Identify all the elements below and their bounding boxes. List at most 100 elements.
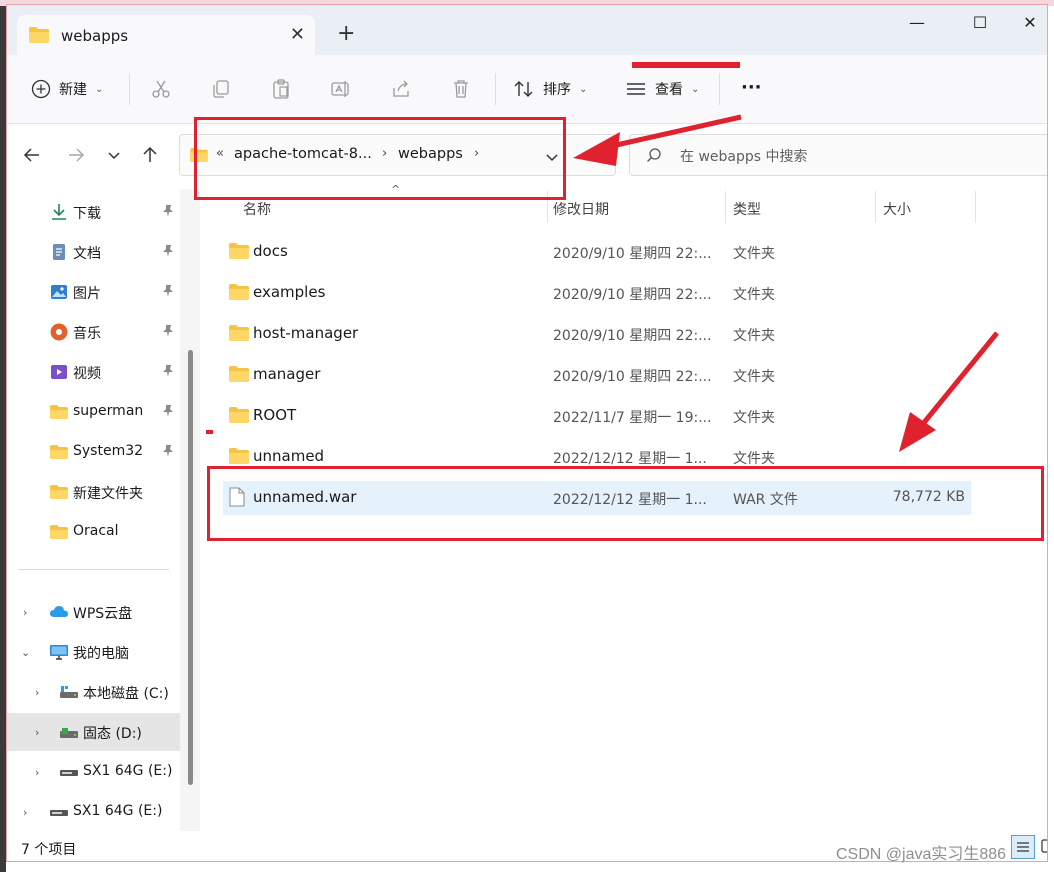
cut-icon[interactable] — [149, 77, 173, 101]
back-button[interactable] — [19, 142, 45, 168]
sidebar-item-wps-cloud[interactable]: › WPS云盘 — [7, 593, 185, 631]
chevron-down-icon[interactable]: ⌄ — [21, 646, 30, 659]
sort-button[interactable]: 排序 ⌄ — [513, 75, 587, 103]
copy-icon[interactable] — [209, 77, 233, 101]
tab-title: webapps — [61, 27, 129, 45]
paste-icon[interactable] — [269, 77, 293, 101]
forward-button[interactable] — [63, 142, 89, 168]
details-view-icon — [1017, 842, 1029, 852]
sidebar-item-drive-c[interactable]: › 本地磁盘 (C:) — [7, 673, 185, 711]
file-date: 2020/9/10 星期四 22:... — [553, 328, 712, 344]
file-type: 文件夹 — [733, 328, 775, 344]
close-tab-icon[interactable]: ✕ — [290, 24, 305, 45]
sidebar-item-label: 本地磁盘 (C:) — [83, 686, 169, 702]
rename-icon[interactable] — [329, 77, 353, 101]
folder-icon — [50, 525, 68, 539]
sidebar-item-downloads[interactable]: 下载 — [7, 193, 185, 231]
sidebar-item-label: 音乐 — [73, 326, 101, 342]
pin-icon[interactable] — [161, 364, 175, 378]
file-name: ROOT — [253, 406, 297, 424]
sidebar-item-videos[interactable]: 视频 — [7, 353, 185, 391]
file-row-examples[interactable]: examples 2020/9/10 星期四 22:... 文件夹 — [223, 276, 971, 310]
toolbar-divider — [129, 73, 130, 105]
sidebar-item-new-folder[interactable]: 新建文件夹 — [7, 473, 185, 511]
column-divider[interactable] — [875, 191, 876, 223]
file-row-root[interactable]: ROOT 2022/11/7 星期一 19:... 文件夹 — [223, 399, 971, 433]
search-box[interactable]: 在 webapps 中搜索 — [629, 134, 1047, 176]
annotation-box-war-file — [207, 466, 1044, 541]
sidebar-item-drive-e-root[interactable]: › SX1 64G (E:) — [7, 793, 185, 831]
computer-icon — [50, 645, 68, 660]
pin-icon[interactable] — [161, 444, 175, 458]
pin-icon[interactable] — [161, 244, 175, 258]
column-header-name[interactable]: 名称 — [243, 199, 271, 219]
sidebar-scrollbar-thumb[interactable] — [188, 350, 193, 785]
delete-icon[interactable] — [449, 77, 473, 101]
sidebar-item-pictures[interactable]: 图片 — [7, 273, 185, 311]
sidebar-item-oracal[interactable]: Oracal — [7, 513, 185, 551]
sidebar-item-my-computer[interactable]: ⌄ 我的电脑 — [7, 633, 185, 671]
cloud-icon — [50, 606, 68, 617]
sidebar-item-drive-e[interactable]: › SX1 64G (E:) — [7, 753, 185, 791]
share-icon[interactable] — [389, 77, 413, 101]
chevron-right-icon[interactable]: › — [35, 726, 39, 739]
more-options-button[interactable]: ··· — [741, 73, 762, 101]
sidebar-item-music[interactable]: 音乐 — [7, 313, 185, 351]
pin-icon[interactable] — [161, 204, 175, 218]
chevron-right-icon[interactable]: › — [35, 686, 39, 699]
column-header-size[interactable]: 大小 — [883, 199, 911, 219]
drive-icon — [60, 770, 78, 776]
sidebar-item-superman[interactable]: superman — [7, 393, 185, 431]
video-icon — [51, 365, 67, 379]
file-row-host-manager[interactable]: host-manager 2020/9/10 星期四 22:... 文件夹 — [223, 317, 971, 351]
close-window-button[interactable]: ✕ — [1007, 13, 1047, 33]
chevron-down-icon: ⌄ — [579, 83, 588, 95]
recent-locations-button[interactable] — [101, 142, 127, 168]
file-type: 文件夹 — [733, 369, 775, 385]
folder-icon — [29, 27, 49, 43]
arrow-left-icon — [23, 148, 39, 162]
file-row-manager[interactable]: manager 2020/9/10 星期四 22:... 文件夹 — [223, 358, 971, 392]
pin-icon[interactable] — [161, 324, 175, 338]
item-count: 7 个项目 — [21, 842, 77, 858]
sidebar-item-label: 固态 (D:) — [83, 726, 142, 742]
maximize-button[interactable]: ☐ — [957, 13, 1003, 33]
chevron-right-icon[interactable]: › — [23, 606, 27, 619]
file-date: 2022/11/7 星期一 19:... — [553, 410, 712, 426]
file-date: 2020/9/10 星期四 22:... — [553, 246, 712, 262]
column-header-type[interactable]: 类型 — [733, 199, 761, 219]
new-button[interactable]: 新建 ⌄ — [31, 75, 103, 103]
toolbar-divider — [495, 73, 496, 105]
folder-icon — [229, 325, 249, 341]
sidebar-item-drive-d[interactable]: › 固态 (D:) — [7, 713, 185, 751]
column-divider[interactable] — [975, 191, 976, 223]
drive-icon — [60, 686, 78, 698]
tiles-view-icon[interactable] — [1041, 839, 1048, 853]
new-tab-button[interactable]: + — [337, 23, 355, 45]
drive-icon — [50, 810, 68, 816]
folder-icon — [229, 407, 249, 423]
sidebar-item-system32[interactable]: System32 — [7, 433, 185, 471]
annotation-underline — [632, 62, 740, 68]
sidebar-item-label: System32 — [73, 443, 144, 459]
file-name: unnamed — [253, 447, 325, 465]
minimize-button[interactable]: — — [894, 13, 940, 33]
chevron-right-icon[interactable]: › — [23, 806, 27, 819]
column-divider[interactable] — [725, 191, 726, 223]
details-view-button[interactable] — [1011, 835, 1035, 859]
file-row-docs[interactable]: docs 2020/9/10 星期四 22:... 文件夹 — [223, 235, 971, 269]
sidebar-item-label: SX1 64G (E:) — [73, 803, 163, 819]
music-icon — [50, 323, 68, 341]
tab-webapps[interactable]: webapps ✕ — [17, 15, 315, 55]
sidebar-item-documents[interactable]: 文档 — [7, 233, 185, 271]
pin-icon[interactable] — [161, 284, 175, 298]
sidebar-item-label: 图片 — [73, 286, 101, 302]
pin-icon[interactable] — [161, 404, 175, 418]
chevron-right-icon[interactable]: › — [35, 766, 39, 779]
view-button[interactable]: 查看 ⌄ — [625, 75, 699, 103]
sidebar-item-label: 下载 — [73, 206, 101, 222]
column-header-date[interactable]: 修改日期 — [553, 199, 609, 219]
folder-icon — [229, 448, 249, 464]
up-button[interactable] — [137, 142, 163, 168]
file-name: manager — [253, 365, 321, 383]
